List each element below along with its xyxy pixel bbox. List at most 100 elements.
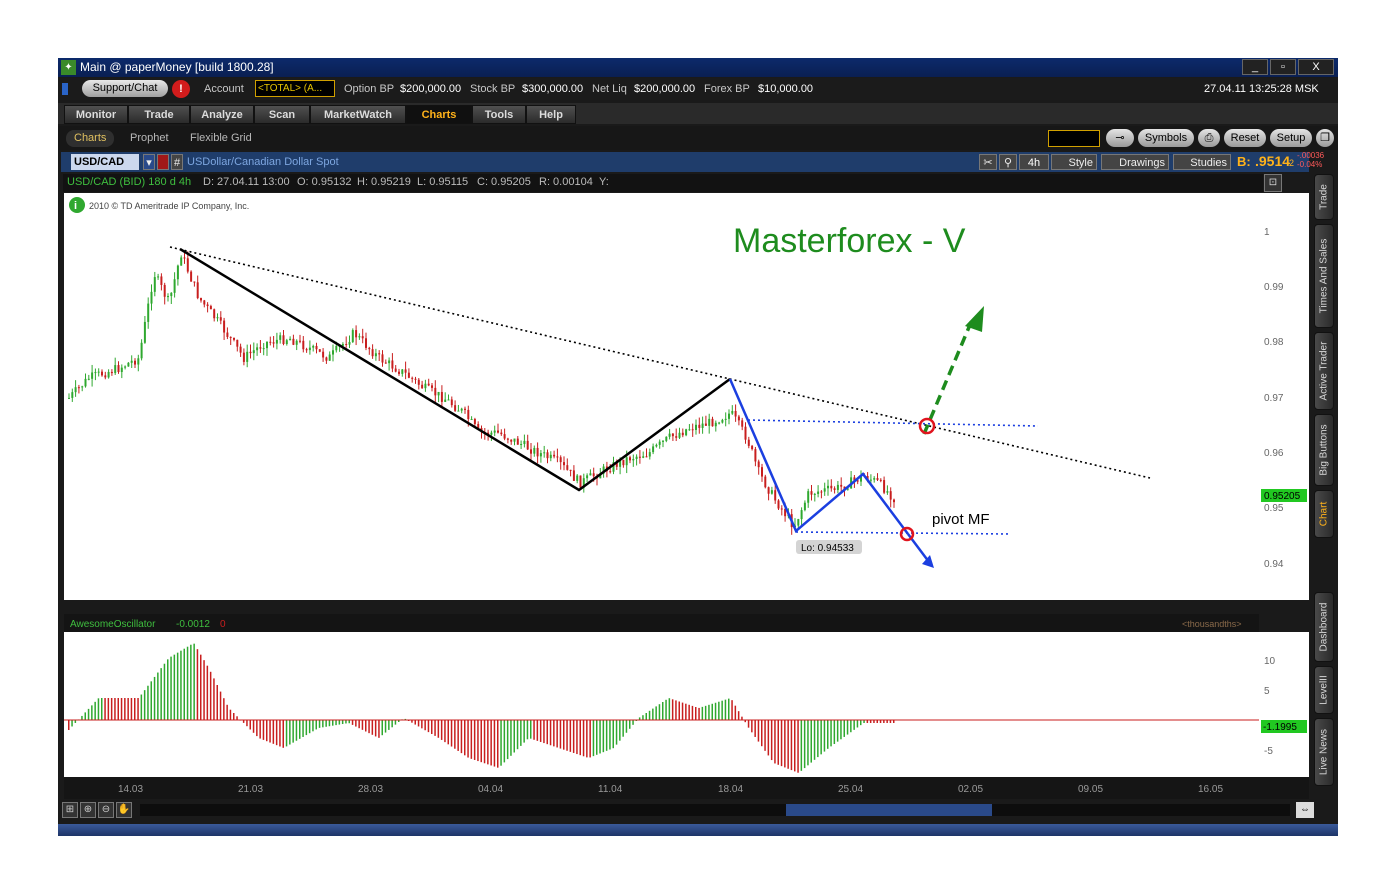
candle-body [351, 330, 354, 342]
grid-icon[interactable]: ⊞ [62, 802, 78, 818]
oscillator-bar [665, 699, 667, 720]
oscillator-bar [761, 720, 763, 747]
sidebar-tab-dashboard-label: Dashboard [1318, 602, 1330, 652]
candle-body [638, 456, 641, 458]
sidebar-tab-chart[interactable]: Chart [1314, 490, 1334, 538]
pan-hand-icon[interactable]: ✋ [116, 802, 132, 818]
candle-body [163, 284, 166, 297]
oscillator-bar [209, 671, 212, 720]
candle-body [130, 360, 133, 363]
sidebar-tab-times-and-sales[interactable]: Times And Sales [1314, 224, 1334, 328]
oscillator-bar [579, 720, 581, 756]
oscillator-bar [91, 705, 93, 720]
sidebar-tab-trade[interactable]: Trade [1314, 174, 1334, 220]
oscillator-bar [556, 720, 558, 748]
oscillator-bar [434, 720, 436, 736]
candle-body [401, 369, 404, 374]
candle-body [836, 484, 839, 490]
candle-body [266, 341, 268, 349]
oscillator-bar [714, 702, 717, 720]
oscillator-bar [305, 720, 308, 736]
sidebar-tab-active-trader[interactable]: Active Trader [1314, 332, 1334, 410]
candle-body [586, 475, 589, 479]
candle-body [173, 279, 176, 293]
sidebar-tab-levelii[interactable]: LevelII [1314, 666, 1334, 714]
candle-body [229, 336, 232, 338]
candle-body [592, 473, 595, 477]
candle-body [777, 500, 780, 509]
oscillator-bar [629, 720, 631, 729]
oscillator-bar [173, 654, 176, 720]
candle-body [345, 344, 348, 346]
candle-body [767, 487, 770, 494]
oscillator-bar [315, 720, 317, 730]
scrollbar-thumb[interactable] [786, 804, 992, 816]
sidebar-tab-live-news[interactable]: Live News [1314, 718, 1334, 786]
oscillator-bar [285, 720, 288, 747]
candle-body [754, 449, 757, 462]
candle-body [365, 338, 367, 348]
candle-body [728, 413, 730, 419]
right-sidebar: Trade Times And Sales Active Trader Big … [1311, 172, 1337, 792]
candle-body [761, 467, 763, 477]
candle-body [523, 440, 526, 445]
oscillator-header-bg [64, 614, 1259, 632]
oscillator-bar [186, 646, 189, 720]
candle-body [94, 372, 97, 374]
sidebar-tab-big-buttons[interactable]: Big Buttons [1314, 414, 1334, 486]
zoom-in-icon[interactable]: ⊕ [80, 802, 96, 818]
oscillator-bar [160, 668, 162, 720]
oscillator-bar [421, 720, 423, 729]
oscillator-bar [543, 720, 545, 744]
candle-body [893, 499, 895, 503]
date-axis-tick: 14.03 [118, 784, 143, 795]
chart-canvas[interactable]: Lo: 0.94533 Masterforex - V pivot MF i 2… [58, 58, 1338, 836]
oscillator-bar [252, 720, 255, 733]
candle-body [447, 399, 450, 401]
oscillator-bar [272, 720, 275, 744]
oscillator-bar [622, 720, 624, 737]
candle-body [107, 371, 110, 378]
candle-body [259, 347, 262, 349]
candle-body [203, 300, 206, 305]
candle-body [143, 321, 146, 343]
zoom-out-icon[interactable]: ⊖ [98, 802, 114, 818]
chart-bottom-toolbar: ⊞ ⊕ ⊖ ✋ ⇔ [58, 800, 1338, 820]
candle-body [721, 419, 724, 423]
expand-arrows-icon[interactable]: ⇔ [1296, 802, 1314, 818]
oscillator-bar [163, 663, 166, 720]
candle-body [497, 430, 499, 433]
oscillator-bar [497, 720, 499, 768]
last-price-badge: 0.95205 [1264, 491, 1301, 502]
oscillator-bar [596, 720, 598, 755]
oscillator-bar [833, 720, 836, 744]
price-panel-bg [64, 193, 1259, 600]
candle-body [827, 485, 829, 489]
candle-body [206, 304, 209, 307]
candle-body [157, 276, 160, 278]
oscillator-bar [546, 720, 548, 745]
horizontal-scrollbar[interactable] [140, 804, 1290, 816]
candle-body [414, 378, 417, 380]
price-axis-tick: 0.95 [1264, 503, 1284, 514]
candle-body [734, 410, 737, 417]
oscillator-bar [120, 698, 123, 720]
candle-body [774, 490, 777, 501]
oscillator-bar [318, 720, 321, 728]
candle-body [539, 453, 542, 457]
oscillator-bar [724, 699, 727, 720]
oscillator-bar [345, 720, 347, 724]
candle-body [536, 447, 539, 457]
oscillator-bar [480, 720, 482, 763]
oscillator-bar [170, 656, 172, 720]
candle-body [242, 352, 245, 362]
sidebar-tab-times-and-sales-label: Times And Sales [1318, 238, 1330, 314]
oscillator-bar [289, 720, 291, 745]
oscillator-bar [592, 720, 595, 757]
sidebar-tab-dashboard[interactable]: Dashboard [1314, 592, 1334, 662]
candle-body [285, 340, 288, 345]
candle-body [431, 385, 433, 388]
candle-body [704, 423, 707, 426]
candle-body [196, 282, 199, 299]
candle-body [328, 354, 331, 361]
